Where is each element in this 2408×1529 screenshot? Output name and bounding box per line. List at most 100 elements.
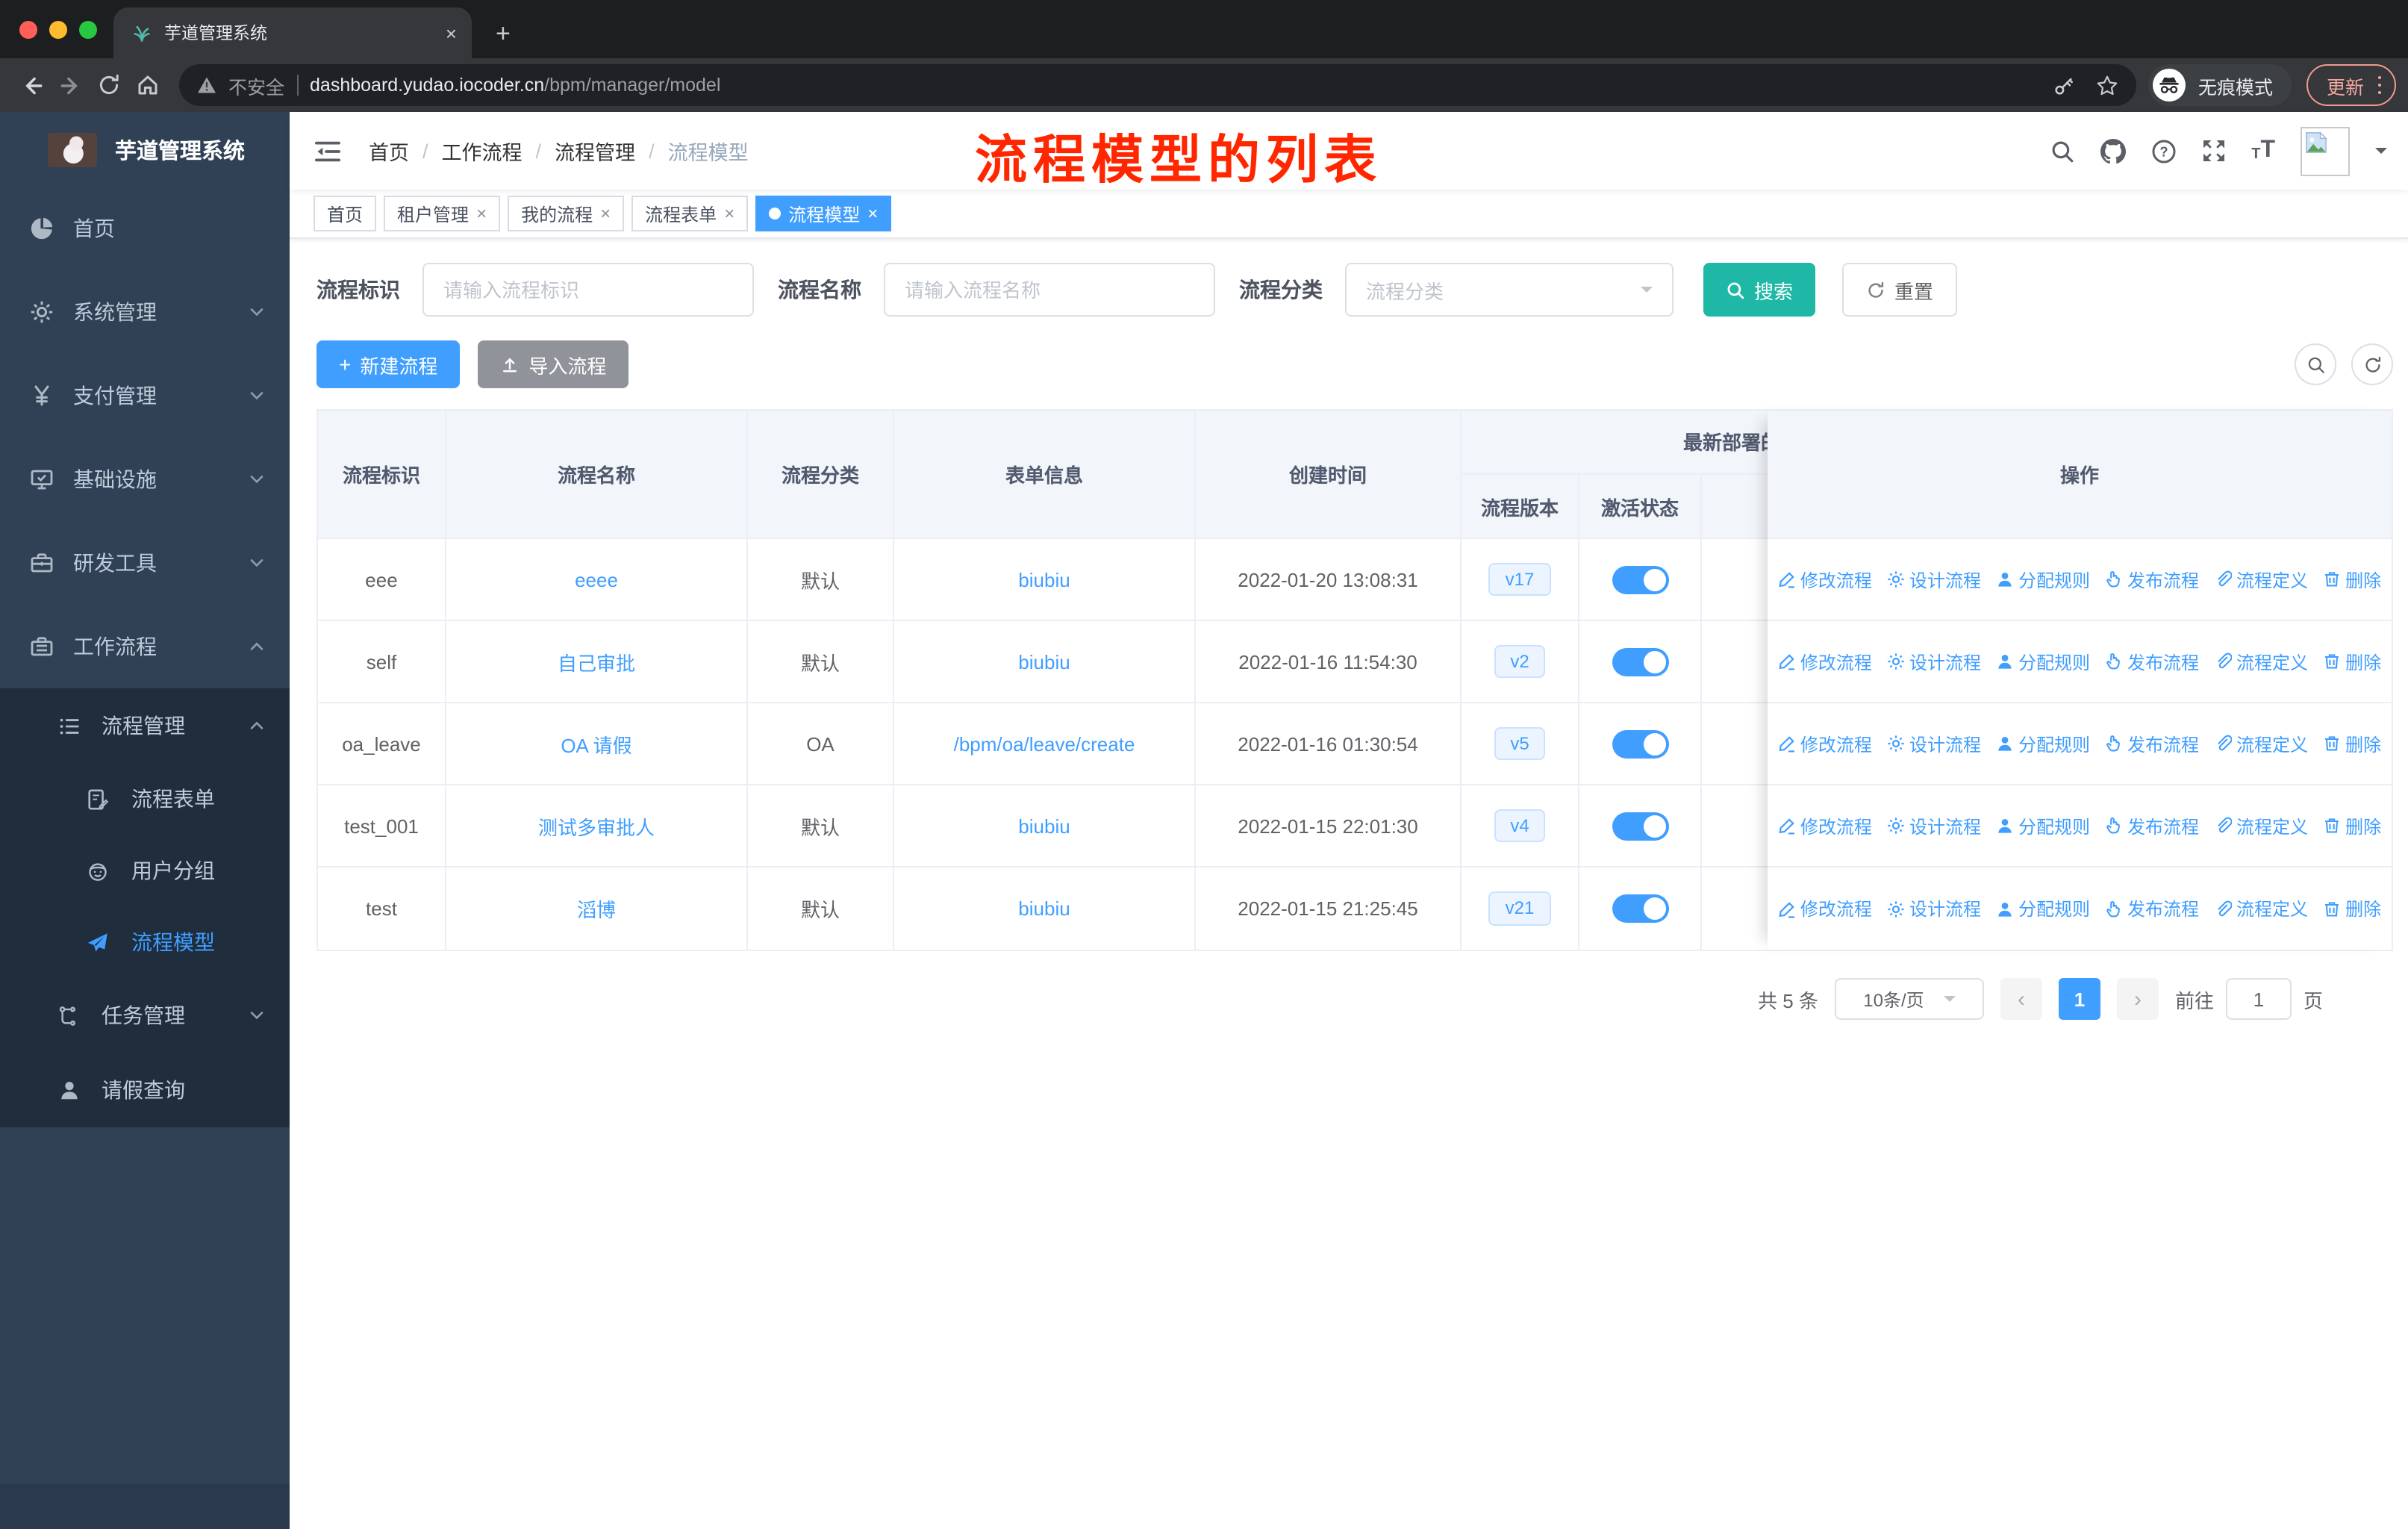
- process-name-link[interactable]: 测试多审批人: [538, 812, 655, 840]
- bookmark-star-icon[interactable]: [2097, 74, 2119, 96]
- zoom-window-button[interactable]: [79, 21, 97, 39]
- process-name-link[interactable]: 自己审批: [558, 647, 635, 676]
- process-name-link[interactable]: OA 请假: [561, 729, 631, 758]
- action-publish-link[interactable]: 发布流程: [2105, 567, 2199, 592]
- action-edit-link[interactable]: 修改流程: [1778, 896, 1872, 921]
- sidebar-item-workflow[interactable]: 工作流程: [0, 605, 290, 688]
- action-definition-link[interactable]: 流程定义: [2214, 731, 2308, 756]
- process-name-link[interactable]: 滔博: [577, 894, 616, 923]
- home-icon[interactable]: [128, 66, 167, 105]
- sidebar-item-process-model[interactable]: 流程模型: [0, 906, 290, 978]
- tag-tenant[interactable]: 租户管理 ×: [384, 196, 501, 231]
- address-bar[interactable]: 不安全 dashboard.yudao.iocoder.cn/bpm/manag…: [179, 64, 2137, 106]
- action-design-link[interactable]: 设计流程: [1887, 649, 1981, 674]
- action-publish-link[interactable]: 发布流程: [2105, 896, 2199, 921]
- action-design-link[interactable]: 设计流程: [1887, 896, 1981, 921]
- form-link[interactable]: biubiu: [1018, 815, 1070, 837]
- action-definition-link[interactable]: 流程定义: [2214, 813, 2308, 838]
- current-page-button[interactable]: 1: [2058, 978, 2100, 1020]
- action-publish-link[interactable]: 发布流程: [2105, 813, 2199, 838]
- form-link[interactable]: biubiu: [1018, 568, 1070, 591]
- action-delete-link[interactable]: 删除: [2323, 731, 2381, 756]
- action-definition-link[interactable]: 流程定义: [2214, 649, 2308, 674]
- action-delete-link[interactable]: 删除: [2323, 649, 2381, 674]
- sidebar-collapse-icon[interactable]: [314, 138, 342, 164]
- action-assign-link[interactable]: 分配规则: [1996, 896, 2090, 921]
- tag-process-model[interactable]: 流程模型 ×: [755, 196, 892, 231]
- action-definition-link[interactable]: 流程定义: [2214, 896, 2308, 921]
- action-publish-link[interactable]: 发布流程: [2105, 649, 2199, 674]
- font-size-icon[interactable]: TT: [2251, 138, 2275, 163]
- close-icon[interactable]: ×: [724, 205, 734, 222]
- github-icon[interactable]: [2100, 138, 2127, 164]
- tag-process-form[interactable]: 流程表单 ×: [631, 196, 749, 231]
- action-edit-link[interactable]: 修改流程: [1778, 813, 1872, 838]
- status-toggle[interactable]: [1612, 729, 1668, 758]
- status-toggle[interactable]: [1612, 565, 1668, 594]
- security-label[interactable]: 不安全: [228, 71, 284, 99]
- status-toggle[interactable]: [1612, 894, 1668, 923]
- action-assign-link[interactable]: 分配规则: [1996, 649, 2090, 674]
- action-delete-link[interactable]: 删除: [2323, 567, 2381, 592]
- status-toggle[interactable]: [1612, 647, 1668, 676]
- next-page-button[interactable]: ›: [2116, 978, 2159, 1020]
- close-icon[interactable]: ×: [867, 205, 878, 222]
- sidebar-item-infra[interactable]: 基础设施: [0, 437, 290, 521]
- sidebar-item-leave-query[interactable]: 请假查询: [0, 1053, 290, 1127]
- chrome-update-button[interactable]: 更新: [2306, 64, 2396, 106]
- menu-dots-icon[interactable]: [2377, 75, 2381, 95]
- action-edit-link[interactable]: 修改流程: [1778, 731, 1872, 756]
- sidebar-item-process-mgmt[interactable]: 流程管理: [0, 688, 290, 763]
- sidebar-item-process-form[interactable]: 流程表单: [0, 763, 290, 835]
- tag-home[interactable]: 首页: [314, 196, 377, 231]
- breadcrumb-home[interactable]: 首页: [369, 136, 409, 166]
- page-size-select[interactable]: 10条/页: [1834, 978, 1984, 1020]
- action-design-link[interactable]: 设计流程: [1887, 731, 1981, 756]
- action-delete-link[interactable]: 删除: [2323, 813, 2381, 838]
- show-search-toggle-button[interactable]: [2295, 343, 2336, 385]
- form-link[interactable]: biubiu: [1018, 897, 1070, 920]
- avatar[interactable]: [2301, 126, 2350, 175]
- search-icon[interactable]: [2050, 138, 2075, 164]
- action-edit-link[interactable]: 修改流程: [1778, 567, 1872, 592]
- process-name-input[interactable]: [884, 263, 1215, 317]
- back-icon[interactable]: [12, 66, 51, 105]
- sidebar-item-task-mgmt[interactable]: 任务管理: [0, 978, 290, 1053]
- avatar-caret-icon[interactable]: [2375, 148, 2387, 160]
- form-link[interactable]: biubiu: [1018, 650, 1070, 673]
- prev-page-button[interactable]: ‹: [2000, 978, 2042, 1020]
- action-publish-link[interactable]: 发布流程: [2105, 731, 2199, 756]
- breadcrumb-process-mgmt[interactable]: 流程管理: [555, 136, 635, 166]
- process-category-select[interactable]: 流程分类: [1345, 263, 1674, 317]
- browser-tab[interactable]: 芋道管理系统 ×: [113, 7, 472, 58]
- status-toggle[interactable]: [1612, 812, 1668, 840]
- action-definition-link[interactable]: 流程定义: [2214, 567, 2308, 592]
- sidebar-item-home[interactable]: 首页: [0, 187, 290, 270]
- close-icon[interactable]: ×: [600, 205, 611, 222]
- action-design-link[interactable]: 设计流程: [1887, 813, 1981, 838]
- key-icon[interactable]: [2053, 74, 2076, 96]
- close-icon[interactable]: ×: [476, 205, 487, 222]
- tag-my-process[interactable]: 我的流程 ×: [508, 196, 625, 231]
- reset-button[interactable]: 重置: [1842, 263, 1958, 317]
- action-edit-link[interactable]: 修改流程: [1778, 649, 1872, 674]
- sidebar-item-devtools[interactable]: 研发工具: [0, 521, 290, 605]
- sidebar-item-user-group[interactable]: 用户分组: [0, 835, 290, 906]
- goto-page-input[interactable]: [2225, 978, 2292, 1020]
- close-tab-icon[interactable]: ×: [446, 23, 457, 43]
- refresh-table-button[interactable]: [2351, 343, 2393, 385]
- search-button[interactable]: 搜索: [1703, 263, 1816, 317]
- import-process-button[interactable]: 导入流程: [478, 340, 629, 388]
- sidebar-item-system[interactable]: 系统管理: [0, 270, 290, 354]
- action-design-link[interactable]: 设计流程: [1887, 567, 1981, 592]
- close-window-button[interactable]: [19, 21, 37, 39]
- action-assign-link[interactable]: 分配规则: [1996, 813, 2090, 838]
- help-icon[interactable]: ?: [2151, 138, 2177, 164]
- reload-icon[interactable]: [90, 66, 128, 105]
- form-link[interactable]: /bpm/oa/leave/create: [954, 732, 1135, 755]
- fullscreen-icon[interactable]: [2202, 139, 2226, 163]
- new-tab-button[interactable]: +: [496, 21, 511, 46]
- action-delete-link[interactable]: 删除: [2323, 896, 2381, 921]
- process-key-input[interactable]: [422, 263, 754, 317]
- create-process-button[interactable]: + 新建流程: [316, 340, 461, 388]
